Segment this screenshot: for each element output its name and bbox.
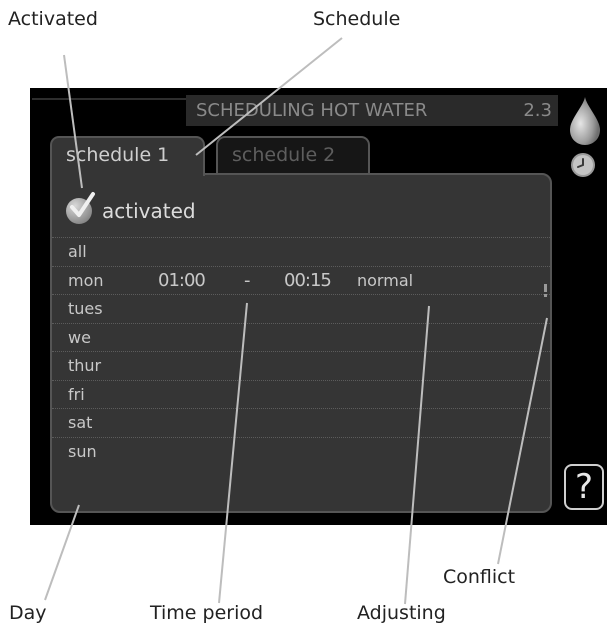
schedule-row-we[interactable]: we <box>52 322 550 352</box>
callout-activated: Activated <box>8 8 98 30</box>
menu-number: 2.3 <box>523 100 552 121</box>
row-time-separator: - <box>244 269 251 291</box>
schedule-rows: all mon 01:00 - 00:15 normal tues we thu… <box>52 237 550 465</box>
activated-checkbox[interactable] <box>66 192 95 224</box>
callout-day: Day <box>9 602 47 624</box>
conflict-icon <box>544 284 548 297</box>
row-day: tues <box>68 299 103 318</box>
tab-schedule-2[interactable]: schedule 2 <box>216 136 370 173</box>
schedule-row-sat[interactable]: sat <box>52 408 550 437</box>
row-end-time: 00:15 <box>284 269 332 291</box>
clock-icon <box>571 153 595 177</box>
row-day: mon <box>68 270 104 290</box>
menu-title-bar: SCHEDULING HOT WATER 2.3 <box>186 95 558 126</box>
callout-schedule: Schedule <box>313 8 401 30</box>
schedule-row-fri[interactable]: fri <box>52 379 550 409</box>
row-day: sun <box>68 441 97 461</box>
schedule-row-tues[interactable]: tues <box>52 294 550 323</box>
checkmark-icon <box>70 192 95 217</box>
tab-schedule-1[interactable]: schedule 1 <box>50 136 205 176</box>
row-day: we <box>68 327 91 347</box>
activated-label: activated <box>102 199 196 223</box>
callout-adjusting: Adjusting <box>357 602 446 624</box>
row-start-time: 01:00 <box>158 269 206 291</box>
row-setting: normal <box>357 270 414 290</box>
menu-title: SCHEDULING HOT WATER <box>196 100 428 121</box>
heat-pump-display: SCHEDULING HOT WATER 2.3 schedule 1 sche… <box>30 88 607 525</box>
row-day: all <box>68 242 87 261</box>
row-day: fri <box>68 384 85 404</box>
schedule-row-sun[interactable]: sun <box>52 436 550 466</box>
help-button[interactable]: ? <box>564 464 604 510</box>
callout-conflict: Conflict <box>443 566 516 588</box>
activated-toggle[interactable]: activated <box>66 192 196 229</box>
row-day: sat <box>68 413 93 432</box>
schedule-panel: activated all mon 01:00 - 00:15 normal t… <box>50 173 552 513</box>
schedule-row-thur[interactable]: thur <box>52 351 550 380</box>
row-day: thur <box>68 356 102 375</box>
schedule-row-all[interactable]: all <box>52 237 550 266</box>
callout-time-period: Time period <box>150 602 264 624</box>
schedule-row-mon[interactable]: mon 01:00 - 00:15 normal <box>52 265 550 295</box>
water-drop-icon <box>570 97 600 145</box>
